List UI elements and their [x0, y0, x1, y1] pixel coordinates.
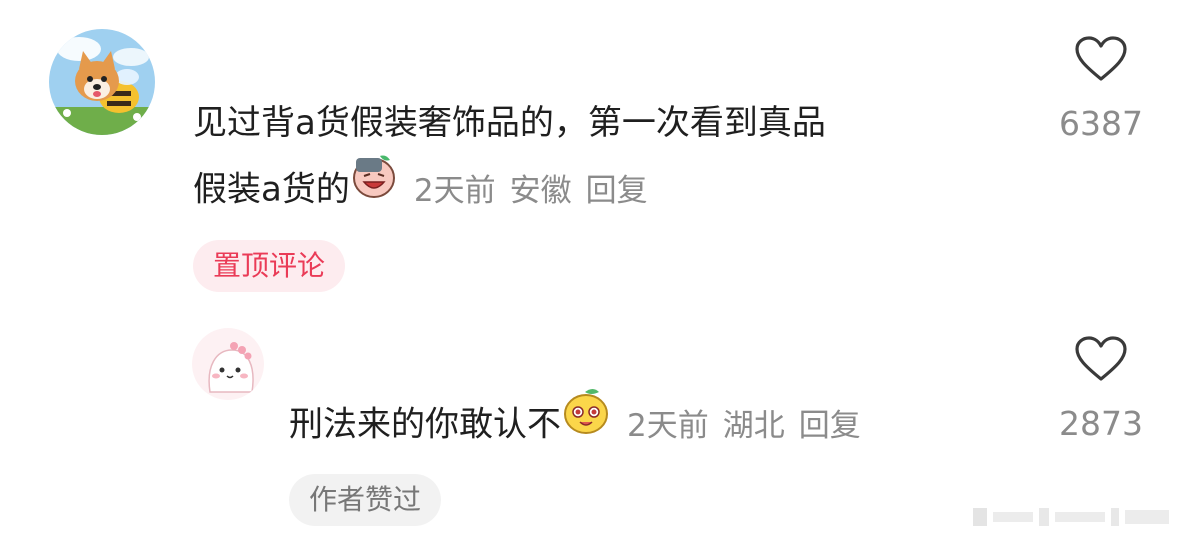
- watermark-bars: [973, 504, 1173, 534]
- comment-meta: 2天前 安徽 回复: [398, 173, 648, 209]
- reply-button[interactable]: 回复: [586, 173, 648, 209]
- comment-location: 安徽: [509, 172, 572, 209]
- reply-meta: 2天前 湖北 回复: [611, 408, 861, 444]
- reply-text-content: 刑法来的你敢认不: [289, 404, 561, 445]
- like-count: 6387: [1059, 104, 1143, 143]
- heart-icon[interactable]: [1075, 36, 1127, 82]
- reply-text: 刑法来的你敢认不 2天前 湖北 回复: [289, 389, 861, 462]
- smug-lemon-emoji-icon: [561, 386, 611, 458]
- reply-time: 2天前: [627, 407, 709, 444]
- reply-like-count: 2873: [1059, 404, 1143, 443]
- author-liked-badge: 作者赞过: [289, 474, 442, 526]
- comment-text: 见过背a货假装奢饰品的，第一次看到真品 假装a货的 2天前 安徽 回复: [193, 90, 826, 226]
- reply-reply-button[interactable]: 回复: [799, 408, 861, 444]
- reply-like-control[interactable]: 2873: [1041, 336, 1161, 443]
- comment-text-line-2: 假装a货的 2天前 安徽 回复: [193, 155, 826, 226]
- heart-icon[interactable]: [1075, 336, 1127, 382]
- commenter-avatar[interactable]: [49, 29, 155, 135]
- shiba-dog-bee-avatar-icon: [49, 29, 155, 135]
- reply-avatar[interactable]: [192, 328, 264, 400]
- facepalm-emoji-icon: [350, 152, 398, 222]
- pink-dinosaur-avatar-icon: [192, 328, 264, 400]
- comment-text-line-1: 见过背a货假装奢饰品的，第一次看到真品: [193, 103, 826, 143]
- reply-text-line: 刑法来的你敢认不 2天前 湖北 回复: [289, 389, 861, 462]
- pinned-comment-badge: 置顶评论: [193, 240, 346, 292]
- like-control[interactable]: 6387: [1041, 36, 1161, 143]
- reply-location: 湖北: [722, 407, 785, 444]
- comment-time: 2天前: [413, 172, 496, 209]
- comment-text-line-2-text: 假装a货的: [193, 169, 350, 210]
